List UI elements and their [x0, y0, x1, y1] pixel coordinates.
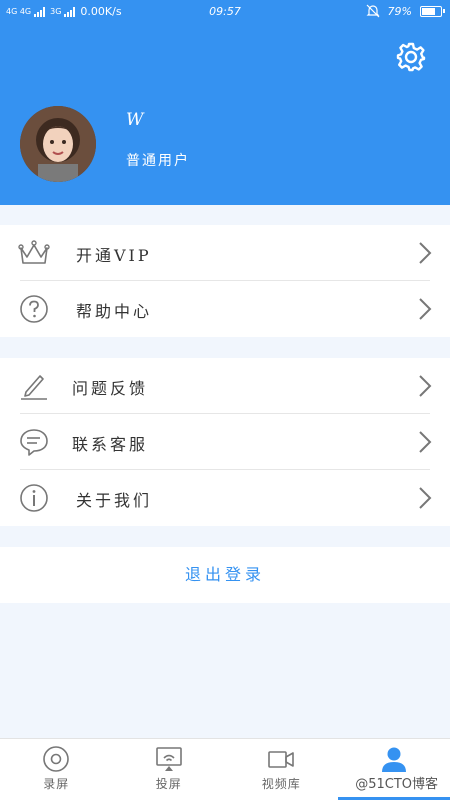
status-bar: 4G 4G 3G 0.00K/s 09:57 79%	[0, 0, 450, 24]
menu-item-contact[interactable]: 联系客服	[0, 414, 450, 470]
info-icon	[20, 484, 48, 512]
user-type: 普通用户	[126, 153, 190, 169]
cast-icon	[155, 747, 182, 771]
tab-cast[interactable]: 投屏	[113, 739, 226, 800]
tab-label: 视频库	[261, 777, 301, 791]
watermark: @51CTO博客	[353, 773, 440, 792]
menu-item-feedback[interactable]: 问题反馈	[0, 358, 450, 414]
menu-item-vip[interactable]: 开通VIP	[0, 225, 450, 281]
menu-item-label: 问题反馈	[72, 379, 149, 398]
chevron-right-icon	[419, 242, 432, 264]
chevron-right-icon	[419, 298, 432, 320]
avatar[interactable]	[20, 106, 96, 182]
menu-item-label: 联系客服	[72, 435, 149, 454]
menu-item-about[interactable]: 关于我们	[0, 470, 450, 526]
menu-item-label: 开通VIP	[76, 246, 152, 265]
crown-icon	[18, 240, 50, 264]
chevron-right-icon	[419, 431, 432, 453]
profile-header: 4G 4G 3G 0.00K/s 09:57 79% W 普通用户	[0, 0, 450, 205]
battery-icon	[420, 5, 445, 17]
menu-group-account: 开通VIP 帮助中心	[0, 225, 450, 337]
battery-percent: 79%	[387, 4, 412, 18]
chat-bubble-icon	[20, 429, 48, 456]
menu-group-support: 问题反馈 联系客服 关于我们	[0, 358, 450, 526]
menu-item-label: 关于我们	[76, 491, 153, 510]
pen-icon	[21, 375, 47, 400]
chevron-right-icon	[419, 375, 432, 397]
gear-icon[interactable]	[396, 42, 426, 72]
menu-item-label: 帮助中心	[76, 302, 153, 321]
person-icon	[381, 747, 406, 772]
video-camera-icon	[268, 751, 295, 768]
avatar-image	[20, 106, 96, 182]
chevron-right-icon	[419, 487, 432, 509]
user-name: W	[126, 110, 144, 130]
question-icon	[20, 295, 48, 323]
menu-item-help[interactable]: 帮助中心	[0, 281, 450, 337]
record-icon	[43, 746, 70, 772]
tab-video-library[interactable]: 视频库	[225, 739, 338, 800]
tab-label: 投屏	[155, 777, 182, 791]
bell-muted-icon	[366, 4, 379, 18]
tab-label: 录屏	[43, 777, 70, 791]
tab-record[interactable]: 录屏	[0, 739, 113, 800]
logout-button[interactable]: 退出登录	[0, 547, 450, 603]
